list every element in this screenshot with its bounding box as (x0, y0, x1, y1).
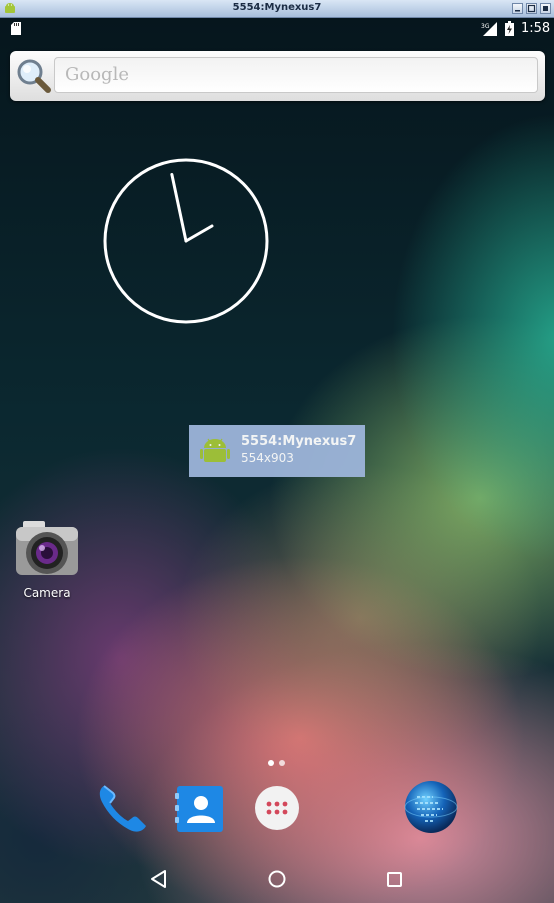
clock-hour-hand (184, 224, 214, 243)
emulator-info-overlay: 5554:Mynexus7 554x903 (189, 425, 365, 477)
minimize-icon (515, 10, 520, 12)
app-drawer-icon[interactable] (250, 780, 306, 836)
close-button[interactable] (540, 3, 551, 14)
search-placeholder: Google (65, 64, 129, 85)
google-search-widget[interactable]: Google (10, 51, 545, 101)
contacts-icon[interactable] (173, 781, 229, 837)
page-indicator-dot (268, 760, 274, 766)
battery-charging-icon (505, 21, 514, 36)
camera-label: Camera (23, 586, 71, 600)
minimize-button[interactable] (512, 3, 523, 14)
page-indicator-dot (279, 760, 285, 766)
window-title: 5554:Mynexus7 (232, 2, 322, 13)
home-icon[interactable] (262, 864, 292, 894)
overlay-resolution: 554x903 (241, 451, 294, 465)
magnifier-icon[interactable] (15, 58, 53, 94)
analog-clock-widget[interactable] (102, 157, 270, 325)
maximize-button[interactable] (526, 3, 537, 14)
signal-3g-icon: 3G (481, 22, 497, 36)
close-icon (543, 6, 548, 11)
sd-card-icon (11, 22, 21, 35)
emulator-window: 5554:Mynexus7 3G 1:58 Google 5554:Mynexu… (0, 0, 554, 903)
recents-icon[interactable] (379, 864, 409, 894)
status-time: 1:58 (521, 21, 551, 36)
search-input[interactable]: Google (54, 57, 538, 93)
svg-text:3G: 3G (481, 23, 490, 30)
maximize-icon (527, 4, 536, 13)
android-robot-icon (200, 438, 230, 462)
back-icon[interactable] (144, 864, 174, 894)
phone-icon[interactable] (94, 780, 150, 836)
window-titlebar[interactable]: 5554:Mynexus7 (0, 0, 554, 18)
browser-globe-icon[interactable] (403, 779, 459, 835)
camera-shortcut[interactable]: Camera (10, 516, 84, 606)
camera-icon (16, 521, 78, 575)
status-bar: 3G 1:58 (0, 18, 554, 40)
clock-minute-hand (170, 172, 188, 243)
overlay-title: 5554:Mynexus7 (241, 434, 357, 449)
